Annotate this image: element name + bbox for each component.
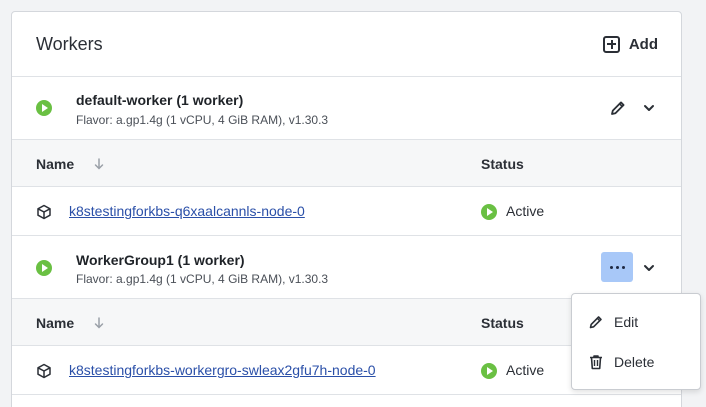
cube-icon xyxy=(37,363,51,379)
sort-arrow-icon[interactable] xyxy=(93,317,105,329)
column-status: Status xyxy=(481,156,524,172)
menu-item-label: Edit xyxy=(614,314,639,330)
node-status: Active xyxy=(506,203,545,219)
group-flavor: Flavor: a.gp1.4g (1 vCPU, 4 GiB RAM), v1… xyxy=(76,113,329,127)
add-label: Add xyxy=(628,35,658,53)
chevron-down-icon[interactable] xyxy=(642,261,656,275)
status-active-icon xyxy=(36,260,52,276)
menu-item-edit[interactable]: Edit xyxy=(588,314,638,330)
status-active-icon xyxy=(481,363,497,379)
workers-title: Workers xyxy=(36,33,103,54)
more-actions-button[interactable] xyxy=(601,252,633,282)
chevron-down-icon[interactable] xyxy=(642,101,656,115)
column-name[interactable]: Name xyxy=(36,315,74,331)
actions-menu: Edit Delete xyxy=(571,293,701,390)
nodes-table-header: Name Status xyxy=(12,140,681,187)
add-worker-button[interactable]: Add xyxy=(602,35,658,53)
dot-icon xyxy=(621,265,625,269)
node-link[interactable]: k8stestingforkbs-q6xaalcannls-node-0 xyxy=(69,203,305,219)
worker-group-workergroup1[interactable]: WorkerGroup1 (1 worker) Flavor: a.gp1.4g… xyxy=(12,236,681,299)
node-link[interactable]: k8stestingforkbs-workergro-swleax2gfu7h-… xyxy=(69,362,376,378)
menu-item-delete[interactable]: Delete xyxy=(588,354,654,370)
column-name[interactable]: Name xyxy=(36,156,74,172)
column-status: Status xyxy=(481,315,524,331)
dot-icon xyxy=(609,265,613,269)
node-status: Active xyxy=(506,362,545,378)
status-active-icon xyxy=(481,204,497,220)
status-active-icon xyxy=(36,100,52,116)
menu-item-label: Delete xyxy=(614,354,655,370)
sort-arrow-icon[interactable] xyxy=(93,158,105,170)
worker-group-default[interactable]: default-worker (1 worker) Flavor: a.gp1.… xyxy=(12,77,681,140)
group-flavor: Flavor: a.gp1.4g (1 vCPU, 4 GiB RAM), v1… xyxy=(76,272,329,286)
trash-icon xyxy=(590,355,602,370)
group-name: default-worker (1 worker) xyxy=(76,92,244,108)
plus-square-icon xyxy=(602,35,620,53)
cube-icon xyxy=(37,204,51,220)
workers-header: Workers Add xyxy=(12,12,681,77)
group-name: WorkerGroup1 (1 worker) xyxy=(76,252,245,268)
table-row: k8stestingforkbs-q6xaalcannls-node-0 Act… xyxy=(12,187,681,236)
dot-icon xyxy=(615,265,619,269)
pencil-icon xyxy=(589,316,602,329)
pencil-icon[interactable] xyxy=(609,99,627,117)
